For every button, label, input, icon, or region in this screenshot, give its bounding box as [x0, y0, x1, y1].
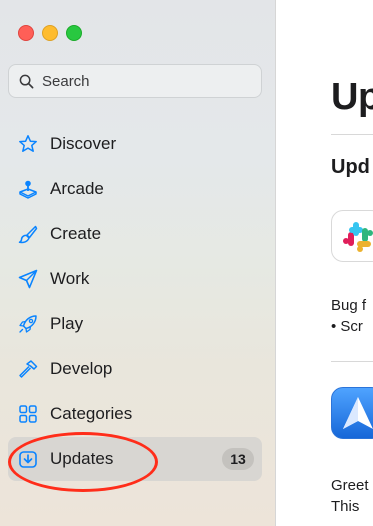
sidebar-item-arcade[interactable]: Arcade	[8, 167, 262, 211]
hammer-icon	[19, 360, 38, 378]
release-note-line: Bug f	[331, 297, 367, 314]
sidebar-item-label: Categories	[50, 404, 133, 423]
joystick-icon	[19, 180, 37, 199]
sidebar-item-label: Develop	[50, 359, 113, 378]
rocket-icon	[19, 315, 37, 333]
sidebar: Search Discover Arcade Create Work Play …	[0, 0, 276, 526]
sidebar-item-categories[interactable]: Categories	[8, 392, 262, 436]
main-content: Up Upd Bug f • Scr Greet This	[276, 0, 373, 526]
page-title: Up	[331, 76, 373, 118]
sidebar-item-create[interactable]: Create	[8, 212, 262, 256]
sidebar-item-label: Discover	[50, 134, 117, 153]
sidebar-item-label: Updates	[50, 449, 114, 468]
updates-count-badge: 13	[222, 448, 254, 470]
close-window-button[interactable]	[18, 25, 34, 41]
search-field[interactable]: Search	[8, 64, 262, 98]
spark-icon[interactable]	[331, 387, 373, 439]
sidebar-item-play[interactable]: Play	[8, 302, 262, 346]
slack-icon[interactable]	[331, 210, 373, 262]
paperplane-icon	[18, 269, 38, 289]
divider	[331, 361, 373, 362]
paintbrush-icon	[18, 225, 38, 244]
minimize-window-button[interactable]	[42, 25, 58, 41]
release-note-line: Greet	[331, 477, 369, 494]
release-note-line: • Scr	[331, 318, 363, 335]
sidebar-item-label: Play	[50, 314, 84, 333]
sidebar-item-updates[interactable]: Updates 13	[8, 437, 262, 481]
search-icon	[19, 74, 34, 88]
star-icon	[19, 135, 37, 152]
search-placeholder: Search	[42, 72, 90, 90]
sidebar-item-label: Work	[50, 269, 90, 288]
grid-icon	[19, 405, 37, 423]
sidebar-item-label: Create	[50, 224, 102, 243]
window-controls	[18, 25, 82, 41]
sidebar-item-work[interactable]: Work	[8, 257, 262, 301]
sidebar-nav: Discover Arcade Create Work Play Develop…	[8, 122, 262, 481]
sidebar-item-develop[interactable]: Develop	[8, 347, 262, 391]
divider	[331, 134, 373, 135]
sidebar-item-label: Arcade	[50, 179, 104, 198]
download-icon	[19, 451, 37, 468]
section-title: Upd	[331, 156, 370, 178]
sidebar-item-discover[interactable]: Discover	[8, 122, 262, 166]
zoom-window-button[interactable]	[66, 25, 82, 41]
release-note-line: This	[331, 498, 360, 515]
